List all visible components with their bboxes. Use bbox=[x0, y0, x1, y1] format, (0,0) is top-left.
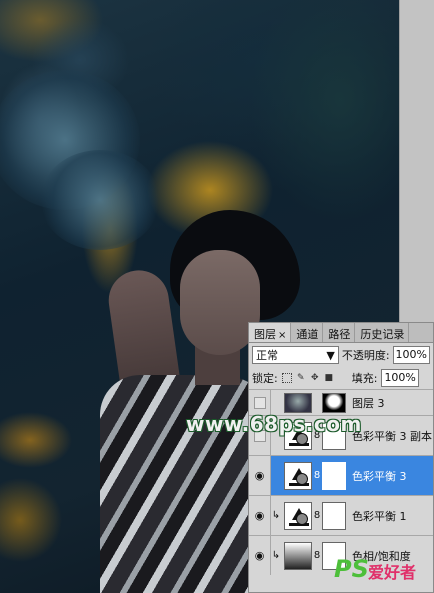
lock-label: 锁定: bbox=[252, 372, 278, 385]
lock-brush-icon[interactable]: ✎ bbox=[296, 373, 306, 383]
site-watermark: www.68ps.com bbox=[186, 412, 362, 436]
layer-row[interactable]: ◉ ↳ 8 色彩平衡 1 bbox=[249, 495, 433, 535]
chevron-down-icon: ▼ bbox=[326, 348, 335, 362]
tab-layers[interactable]: 图层 × bbox=[249, 323, 292, 342]
tab-channels[interactable]: 通道 bbox=[291, 323, 324, 342]
eye-icon[interactable]: ◉ bbox=[249, 496, 271, 535]
logo-ps-text: PS bbox=[334, 555, 369, 583]
layer-mask-thumbnail bbox=[322, 501, 346, 530]
blend-row: 正常 ▼ 不透明度: 100% bbox=[249, 343, 433, 367]
opacity-input[interactable]: 100% bbox=[392, 346, 430, 364]
foliage bbox=[40, 150, 160, 250]
tab-history[interactable]: 历史记录 bbox=[355, 323, 410, 342]
tab-channels-label: 通道 bbox=[296, 328, 319, 341]
color-balance-icon bbox=[284, 461, 312, 490]
clip-arrow-icon: ↳ bbox=[271, 510, 281, 521]
link-icon: 8 bbox=[313, 550, 321, 561]
lock-row: 锁定: ✎ ✥ ■ 填充: 100% bbox=[249, 367, 433, 389]
link-icon: 8 bbox=[313, 510, 321, 521]
blend-mode-value: 正常 bbox=[256, 349, 278, 362]
eye-icon[interactable]: ◉ bbox=[249, 536, 271, 575]
clip-arrow-icon: ↳ bbox=[271, 550, 281, 561]
lock-transparent-icon[interactable] bbox=[281, 373, 292, 383]
layer-name: 色彩平衡 3 bbox=[352, 469, 407, 483]
layer-mask-thumbnail bbox=[322, 461, 346, 490]
close-icon[interactable]: × bbox=[278, 330, 286, 341]
tab-paths-label: 路径 bbox=[328, 328, 351, 341]
fill-label: 填充: bbox=[351, 372, 378, 385]
layer-row[interactable]: ◉ 8 色彩平衡 3 bbox=[249, 455, 433, 495]
logo-cn-text: 爱好者 bbox=[368, 563, 417, 582]
tab-layers-label: 图层 bbox=[254, 328, 276, 341]
eye-icon[interactable]: ◉ bbox=[249, 456, 271, 495]
hue-saturation-icon bbox=[284, 541, 312, 570]
layer-name: 色彩平衡 1 bbox=[352, 509, 407, 523]
link-icon: 8 bbox=[313, 470, 321, 481]
lock-all-icon[interactable]: ■ bbox=[324, 373, 334, 383]
lock-move-icon[interactable]: ✥ bbox=[310, 373, 320, 383]
layer-name: 色彩平衡 3 副本 bbox=[352, 429, 432, 443]
layer-name: 图层 3 bbox=[352, 396, 385, 410]
layer-mask-thumbnail bbox=[322, 392, 346, 413]
opacity-label: 不透明度: bbox=[341, 349, 390, 362]
panel-tabs: 图层 × 通道 路径 历史记录 bbox=[249, 323, 433, 343]
site-logo: PS 爱好者 bbox=[334, 553, 434, 593]
tab-paths[interactable]: 路径 bbox=[323, 323, 356, 342]
fill-input[interactable]: 100% bbox=[381, 369, 420, 387]
tab-history-label: 历史记录 bbox=[360, 328, 405, 341]
layer-thumbnail bbox=[284, 392, 312, 413]
blend-mode-select[interactable]: 正常 ▼ bbox=[252, 346, 339, 364]
color-balance-icon bbox=[284, 501, 312, 530]
